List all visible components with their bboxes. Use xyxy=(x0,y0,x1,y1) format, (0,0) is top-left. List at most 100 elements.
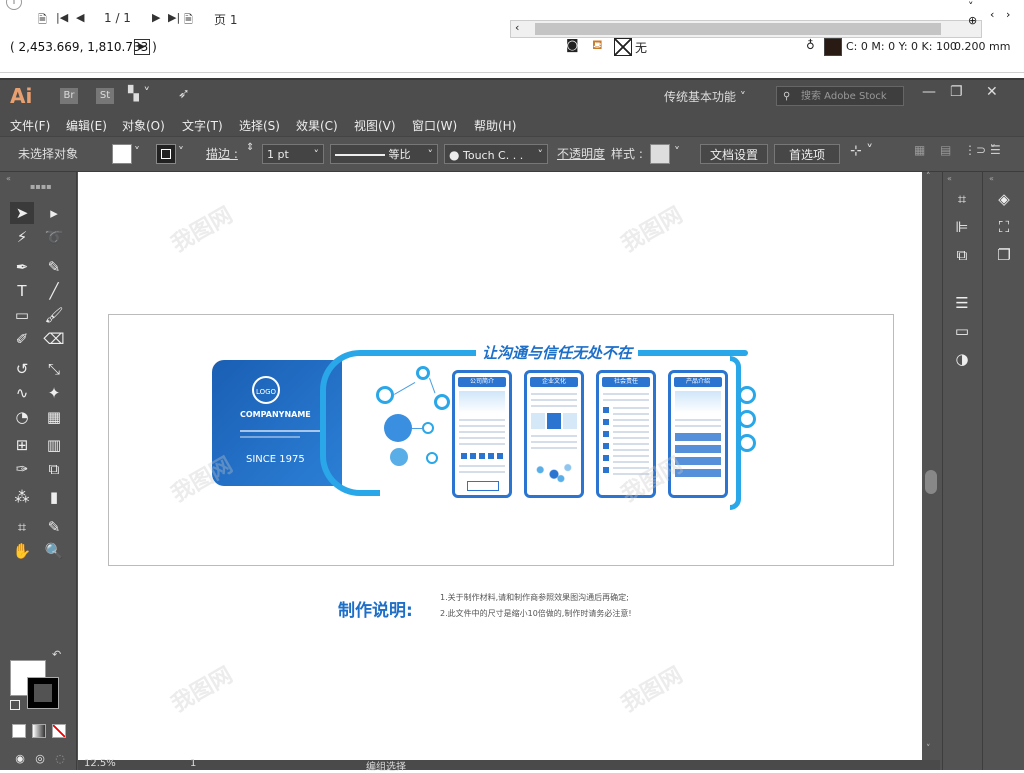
last-page-icon[interactable]: ▶| xyxy=(168,11,180,24)
stroke-weight-field[interactable]: 1 pt ˅ xyxy=(262,144,324,164)
shape-builder-tool-icon[interactable]: ◔ xyxy=(10,406,34,428)
scroll-thumb[interactable] xyxy=(925,470,937,494)
perspective-grid-tool-icon[interactable]: ▦ xyxy=(42,406,66,428)
no-fill-icon[interactable] xyxy=(614,38,632,56)
stock-button[interactable]: St xyxy=(96,88,114,104)
default-colors-icon[interactable] xyxy=(10,700,20,710)
paintbrush-tool-icon[interactable]: 🖌 xyxy=(42,304,66,326)
panel-menu-icon[interactable]: ☰ xyxy=(990,143,1001,157)
puppet-warp-tool-icon[interactable]: ✦ xyxy=(42,382,66,404)
type-tool-icon[interactable]: T xyxy=(10,280,34,302)
status-mode[interactable]: 编组选择 xyxy=(366,758,406,773)
graphic-style-swatch[interactable] xyxy=(650,144,670,164)
menu-help[interactable]: 帮助(H) xyxy=(474,117,516,134)
page-doc-icon[interactable]: 🗎 xyxy=(38,11,47,30)
gradient-tool-icon[interactable]: ▥ xyxy=(42,434,66,456)
scroll-thumb[interactable] xyxy=(535,23,941,35)
stroke-dropdown-icon[interactable]: ˅ xyxy=(178,145,184,159)
scale-tool-icon[interactable]: ⤡ xyxy=(42,358,66,380)
brush-dropdown[interactable]: ● Touch C. . . ˅ xyxy=(444,144,548,164)
zoom-icon[interactable]: ⊕ xyxy=(968,14,977,27)
paint-bucket-icon[interactable]: ⛾ xyxy=(592,38,603,55)
page-tab[interactable]: 页 1 xyxy=(214,11,237,28)
menu-edit[interactable]: 编辑(E) xyxy=(66,117,107,134)
slice-tool-icon[interactable]: ✎ xyxy=(42,516,66,538)
vertical-scrollbar[interactable]: ˄ ˅ xyxy=(922,172,940,760)
menu-select[interactable]: 选择(S) xyxy=(239,117,280,134)
target-icon[interactable]: ◙ xyxy=(566,38,579,53)
eraser-tool-icon[interactable]: ⌫ xyxy=(42,328,66,350)
symbol-sprayer-tool-icon[interactable]: ⁂ xyxy=(10,486,34,508)
collapse-icon[interactable]: « xyxy=(6,174,11,183)
swap-colors-icon[interactable]: ↶ xyxy=(52,648,61,661)
curvature-tool-icon[interactable]: ✎ xyxy=(42,256,66,278)
graph-tool-icon[interactable]: ▮ xyxy=(42,486,66,508)
line-tool-icon[interactable]: ╱ xyxy=(42,280,66,302)
none-mode-icon[interactable] xyxy=(52,724,66,738)
color-mode-icon[interactable] xyxy=(12,724,26,738)
align-panel-icon[interactable]: ⊫ xyxy=(950,218,974,236)
scroll-up-icon[interactable]: ˅ xyxy=(968,0,974,13)
rectangle-tool-icon[interactable]: ▭ xyxy=(10,304,34,326)
shaper-tool-icon[interactable]: ✐ xyxy=(10,328,34,350)
stroke-panel-icon[interactable]: ☰ xyxy=(950,294,974,312)
zoom-tool-icon[interactable]: 🔍 xyxy=(42,540,66,562)
stock-search-input[interactable]: ⚲ 搜索 Adobe Stock xyxy=(776,86,904,106)
scroll-down-icon[interactable]: ˅ xyxy=(926,744,931,754)
stroke-swatch[interactable] xyxy=(27,677,59,709)
document-setup-button[interactable]: 文档设置 xyxy=(700,144,768,164)
nav-left-icon[interactable]: ‹ xyxy=(990,8,994,21)
stroke-label[interactable]: 描边 : xyxy=(206,145,238,162)
draw-inside-icon[interactable]: ◌ xyxy=(48,748,72,770)
prev-page-icon[interactable]: ◀ xyxy=(76,11,84,24)
warp-tool-icon[interactable]: ∿ xyxy=(10,382,34,404)
align-grid-icon[interactable]: ▦ xyxy=(914,143,925,157)
artboard-number[interactable]: 1 xyxy=(190,758,196,769)
eyedropper-tool-icon[interactable]: ✑ xyxy=(10,458,34,480)
horizontal-scrollbar[interactable]: ‹ xyxy=(510,20,982,38)
gpu-rocket-icon[interactable]: ➶ xyxy=(178,86,190,102)
arrange-icon[interactable]: ▤ xyxy=(940,143,951,157)
layers-panel-icon[interactable]: ◈ xyxy=(992,190,1016,208)
collapse-icon[interactable]: « xyxy=(947,174,952,183)
restore-button[interactable]: ❐ xyxy=(950,84,963,100)
transparency-panel-icon[interactable]: ◑ xyxy=(950,350,974,368)
pathfinder-panel-icon[interactable]: ⧉ xyxy=(950,246,974,264)
fill-dropdown-icon[interactable]: ˅ xyxy=(134,145,140,159)
menu-effect[interactable]: 效果(C) xyxy=(296,117,338,134)
opacity-label[interactable]: 不透明度 xyxy=(557,145,605,162)
preferences-button[interactable]: 首选项 xyxy=(774,144,840,164)
close-button[interactable]: ✕ xyxy=(986,84,998,100)
nav-right-icon[interactable]: › xyxy=(1006,8,1010,21)
scroll-left-icon[interactable]: ‹ xyxy=(515,21,519,34)
magic-wand-tool-icon[interactable]: ⚡ xyxy=(10,226,34,248)
artboards-panel-icon[interactable]: ❐ xyxy=(992,246,1016,264)
menu-object[interactable]: 对象(O) xyxy=(122,117,165,134)
rotate-tool-icon[interactable]: ↺ xyxy=(10,358,34,380)
libraries-panel-icon[interactable]: ⛶ xyxy=(992,218,1016,236)
workspace-switcher[interactable]: 传统基本功能 ˅ xyxy=(664,88,746,105)
transform-panel-icon[interactable]: ⌗ xyxy=(950,190,974,208)
menu-file[interactable]: 文件(F) xyxy=(10,117,50,134)
selection-tool-icon[interactable]: ➤ xyxy=(10,202,34,224)
bridge-button[interactable]: Br xyxy=(60,88,78,104)
collapse-icon[interactable]: « xyxy=(989,174,994,183)
pen-tool-icon[interactable]: ✒ xyxy=(10,256,34,278)
menu-window[interactable]: 窗口(W) xyxy=(412,117,457,134)
minimize-button[interactable]: — xyxy=(922,84,936,100)
stroke-color-swatch[interactable] xyxy=(156,144,176,164)
mesh-tool-icon[interactable]: ⊞ xyxy=(10,434,34,456)
direct-selection-tool-icon[interactable]: ▸ xyxy=(42,202,66,224)
zoom-level[interactable]: 12.5% xyxy=(84,758,116,769)
first-page-icon[interactable]: |◀ xyxy=(56,11,68,24)
grip-icon[interactable]: ▪▪▪▪ xyxy=(30,182,52,191)
stroke-profile-dropdown[interactable]: 等比 ˅ xyxy=(330,144,438,164)
menu-type[interactable]: 文字(T) xyxy=(182,117,223,134)
stroke-stepper-icon[interactable]: ⇕ xyxy=(246,142,254,153)
hand-tool-icon[interactable]: ✋ xyxy=(10,540,34,562)
artboard-canvas[interactable]: LOGO COMPANYNAME SINCE 1975 让沟通与信任无处不在 公… xyxy=(78,172,922,760)
lasso-tool-icon[interactable]: ➰ xyxy=(42,226,66,248)
style-dropdown-icon[interactable]: ˅ xyxy=(674,145,680,159)
artboard-tool-icon[interactable]: ⌗ xyxy=(10,516,34,538)
transform-icon[interactable]: ⊹ ˅ xyxy=(850,143,873,159)
